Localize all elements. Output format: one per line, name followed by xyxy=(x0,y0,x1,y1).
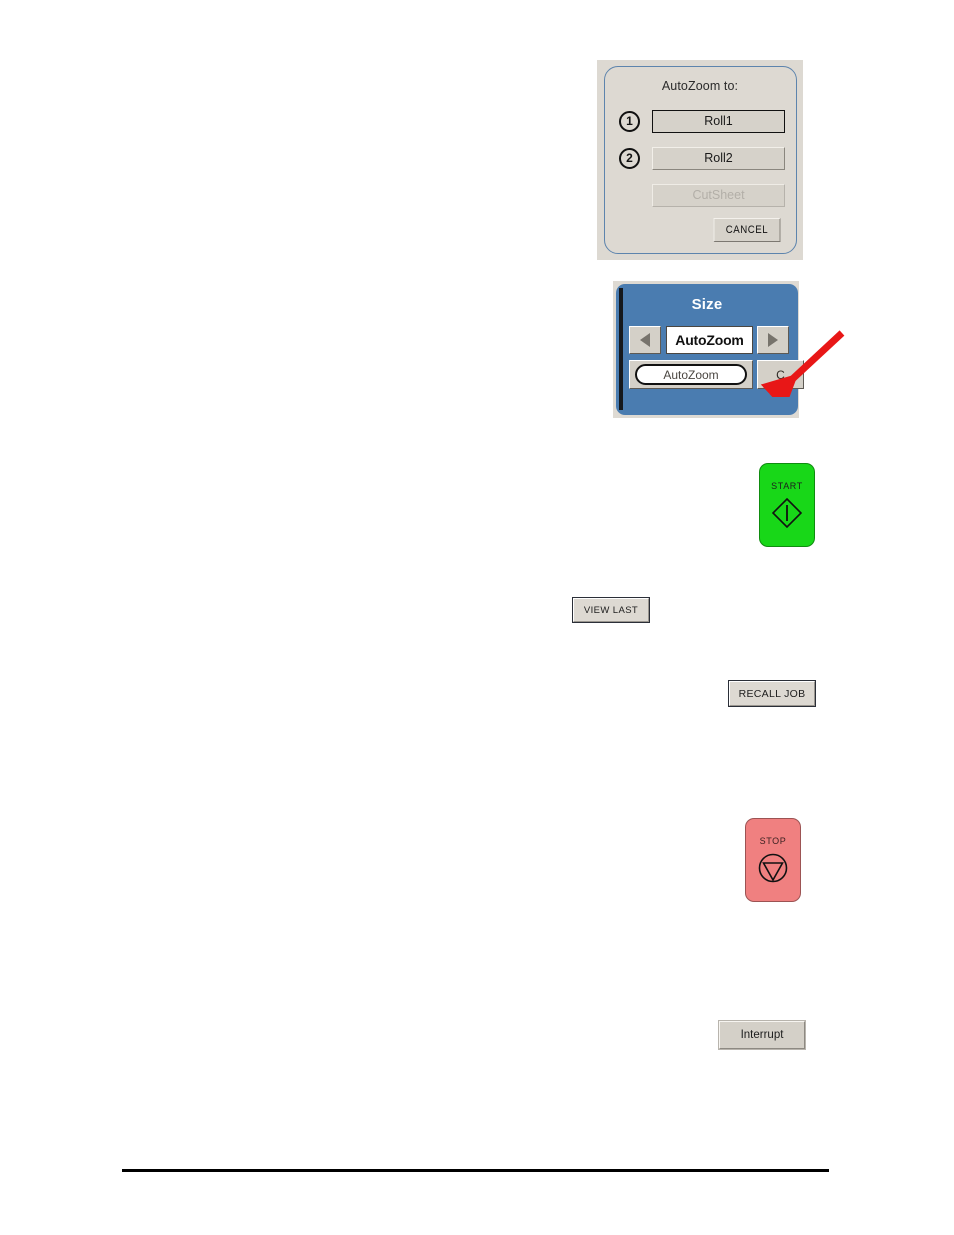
stop-button-label: STOP xyxy=(759,835,787,846)
autozoom-pill-button[interactable]: AutoZoom xyxy=(629,360,753,389)
triangle-left-icon xyxy=(640,333,650,347)
start-button[interactable]: START xyxy=(759,463,815,547)
autozoom-dialog-title: AutoZoom to: xyxy=(661,79,739,93)
autozoom-pill-label: AutoZoom xyxy=(635,364,747,385)
triangle-right-icon xyxy=(768,333,778,347)
size-panel-title: Size xyxy=(691,296,723,313)
size-value-field[interactable]: AutoZoom xyxy=(666,326,753,354)
autozoom-option-cutsheet: CutSheet xyxy=(619,182,785,208)
size-partial-button[interactable]: C xyxy=(757,360,804,389)
footer-separator-rule xyxy=(122,1169,829,1172)
roll1-button[interactable]: Roll1 xyxy=(652,109,785,133)
autozoom-option-roll1[interactable]: 1 Roll1 xyxy=(619,108,785,134)
size-previous-button[interactable] xyxy=(629,326,661,354)
autozoom-dialog: AutoZoom to: 1 Roll1 2 Roll2 CutSheet CA… xyxy=(597,60,803,260)
cancel-button[interactable]: CANCEL xyxy=(713,218,781,242)
stop-button[interactable]: STOP xyxy=(745,818,801,902)
autozoom-option-roll2[interactable]: 2 Roll2 xyxy=(619,145,785,171)
size-panel-container: Size AutoZoom AutoZoom C xyxy=(613,281,804,422)
recall-job-button[interactable]: RECALL JOB xyxy=(728,680,816,707)
cutsheet-button: CutSheet xyxy=(652,183,785,207)
view-last-button[interactable]: VIEW LAST xyxy=(572,597,650,623)
size-panel: Size AutoZoom AutoZoom C xyxy=(616,284,804,415)
size-next-button[interactable] xyxy=(757,326,789,354)
start-button-label: START xyxy=(771,480,803,491)
circle-triangle-down-icon xyxy=(758,853,788,882)
roll2-button[interactable]: Roll2 xyxy=(652,146,785,170)
diamond-play-icon xyxy=(771,497,803,528)
option-number-badge-1: 1 xyxy=(619,110,640,132)
interrupt-button[interactable]: Interrupt xyxy=(718,1020,806,1050)
option-number-badge-2: 2 xyxy=(619,147,640,169)
